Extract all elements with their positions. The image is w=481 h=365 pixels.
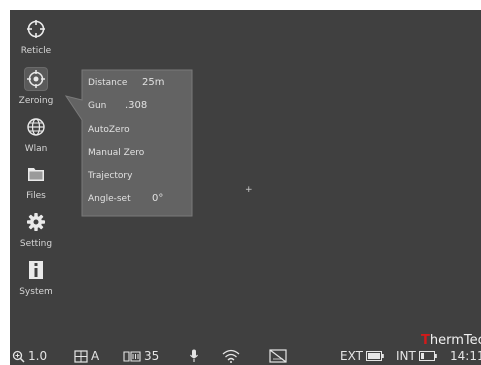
folder-icon — [25, 163, 47, 185]
battery-full-icon — [365, 351, 384, 361]
sidebar-item-reticle[interactable]: Reticle — [10, 18, 62, 62]
ext-label: EXT — [340, 349, 363, 363]
sidebar-item-label: Wlan — [24, 144, 48, 154]
palette-indicator: A — [74, 349, 99, 363]
zoom-indicator: 1.0 — [12, 349, 47, 363]
logo-text: hermTec — [429, 333, 481, 348]
sidebar-item-setting[interactable]: Setting — [10, 211, 62, 255]
logo-initial: T — [421, 333, 430, 348]
int-label: INT — [396, 349, 416, 363]
brightness-icon — [123, 350, 141, 362]
clock: 14:11 — [450, 349, 481, 363]
zoom-value: 1.0 — [28, 349, 48, 363]
autozero-row[interactable]: AutoZero — [88, 125, 130, 135]
recording-off-icon — [269, 349, 287, 363]
sidebar-item-system[interactable]: System — [10, 259, 62, 303]
sidebar-item-label: Reticle — [20, 46, 52, 56]
sidebar-item-label: Files — [26, 191, 46, 201]
ext-storage-indicator: EXT — [340, 349, 384, 363]
manual-zero-row[interactable]: Manual Zero — [88, 148, 144, 158]
trajectory-label: Trajectory — [88, 171, 133, 181]
sidebar-item-label: Zeroing — [18, 96, 54, 106]
zeroing-submenu: Distance 25m Gun .308 AutoZero Manual Ze… — [64, 68, 193, 217]
center-crosshair: + — [245, 185, 253, 195]
int-storage-indicator: INT — [396, 349, 437, 363]
info-icon — [25, 259, 47, 281]
distance-label: Distance — [88, 78, 128, 88]
angle-set-row[interactable]: Angle-set 0° — [88, 193, 163, 204]
manual-zero-label: Manual Zero — [88, 148, 145, 158]
gun-value: .308 — [125, 100, 148, 111]
palette-value: A — [91, 349, 100, 363]
palette-icon — [74, 349, 88, 363]
trajectory-row[interactable]: Trajectory — [88, 171, 132, 181]
status-bar: 1.0 A 35 EXT INT 14:11 — [10, 347, 481, 365]
angle-set-label: Angle-set — [88, 194, 131, 204]
gun-label: Gun — [88, 101, 107, 111]
zoom-icon — [12, 350, 25, 363]
target-icon — [25, 68, 47, 90]
gun-row[interactable]: Gun .308 — [88, 100, 147, 111]
thermtec-logo: ThermTec — [421, 333, 481, 348]
gear-icon — [25, 211, 47, 233]
microphone-icon — [189, 349, 199, 363]
angle-set-value: 0° — [152, 193, 164, 204]
sidebar-item-label: System — [19, 287, 53, 297]
brightness-value: 35 — [144, 349, 160, 363]
globe-icon — [25, 116, 47, 138]
sidebar-item-files[interactable]: Files — [10, 163, 62, 207]
distance-value: 25m — [142, 77, 165, 88]
sidebar-item-zeroing[interactable]: Zeroing — [10, 68, 62, 112]
crosshair-icon — [25, 18, 47, 40]
autozero-label: AutoZero — [88, 125, 130, 135]
sidebar-item-wlan[interactable]: Wlan — [10, 116, 62, 160]
distance-row[interactable]: Distance 25m — [88, 77, 164, 88]
sidebar-item-label: Setting — [19, 239, 53, 249]
brightness-indicator: 35 — [123, 349, 159, 363]
battery-low-icon — [418, 351, 437, 361]
thermal-view: Reticle Zeroing Wlan Files Setting Syste… — [10, 10, 481, 365]
wifi-icon — [222, 349, 240, 363]
clock-time: 14:11 — [450, 349, 481, 363]
